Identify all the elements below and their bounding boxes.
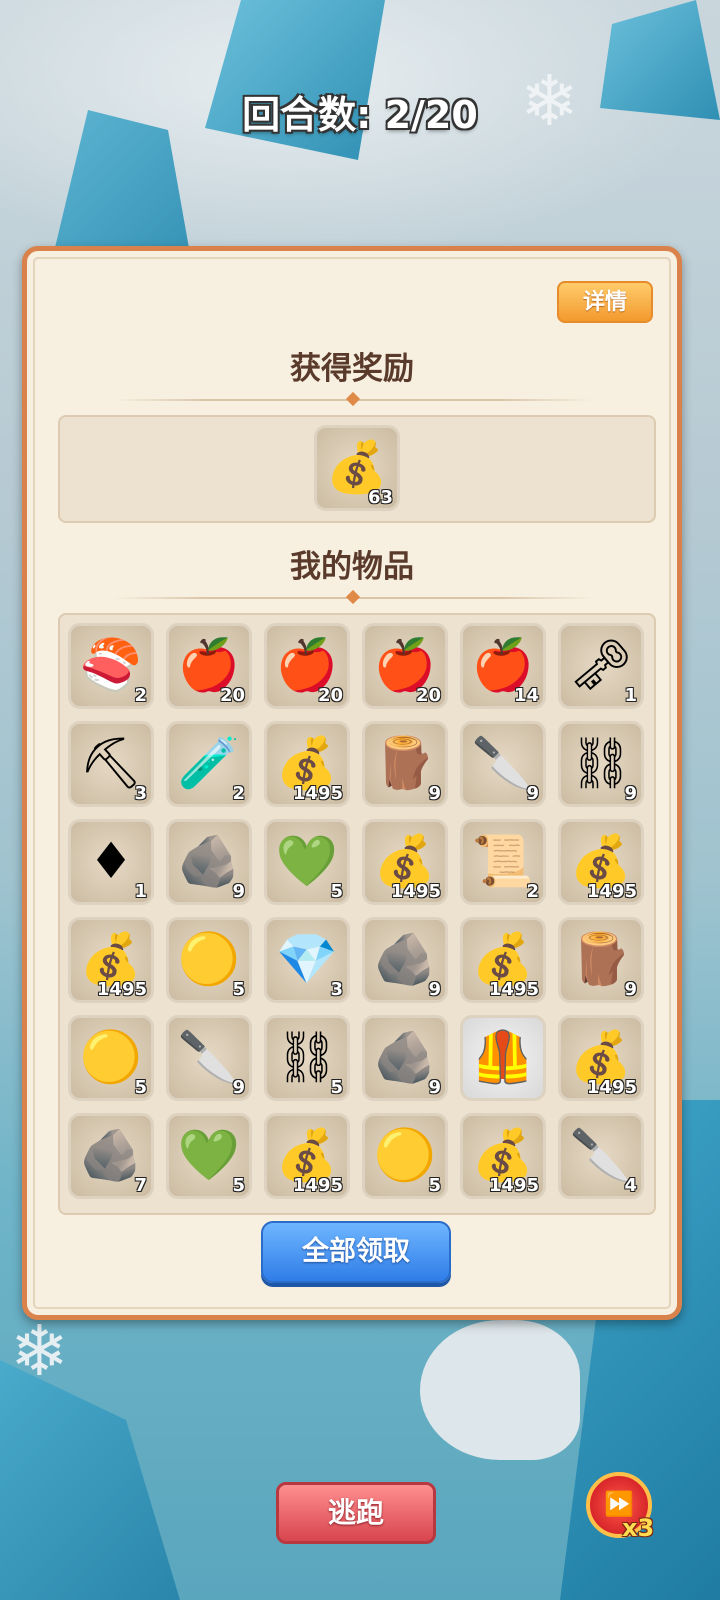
item-count: 9 <box>624 979 637 1000</box>
item-count: 20 <box>317 685 343 706</box>
item-slot[interactable]: 🍎 14 <box>460 623 546 709</box>
item-slot[interactable]: 🔪 9 <box>166 1015 252 1101</box>
escape-button[interactable]: 逃跑 <box>276 1482 436 1544</box>
item-slot[interactable]: 🟡 5 <box>68 1015 154 1101</box>
item-grid: 🍣 2 🍎 20 🍎 20 🍎 20 🍎 14 🗝 1 ⛏ 3 🧪 2 💰 1495 🪵 9 🔪 9 ⛓ 9 ♦ 1 🪨 9 💚 5 💰 14… <box>58 613 656 1215</box>
reward-title: 获得奖励 <box>290 351 414 387</box>
item-slot[interactable]: 💚 5 <box>166 1113 252 1199</box>
item-slot[interactable]: ⛓ 9 <box>558 721 644 807</box>
details-button[interactable]: 详情 <box>557 281 653 323</box>
item-count: 9 <box>624 783 637 804</box>
snow-rock <box>420 1320 580 1460</box>
item-slot[interactable]: 🍎 20 <box>166 623 252 709</box>
item-count: 1495 <box>390 881 441 902</box>
item-count: 1 <box>624 685 637 706</box>
item-slot[interactable]: 🪨 9 <box>362 1015 448 1101</box>
item-slot[interactable]: 🔪 9 <box>460 721 546 807</box>
item-count: 9 <box>428 783 441 804</box>
item-slot[interactable]: 💰 1495 <box>460 917 546 1003</box>
item-slot[interactable]: 💰 1495 <box>68 917 154 1003</box>
item-count: 1495 <box>488 979 539 1000</box>
item-count: 5 <box>232 979 245 1000</box>
item-count: 14 <box>513 685 539 706</box>
item-count: 7 <box>134 1175 147 1196</box>
item-count: 3 <box>134 783 147 804</box>
reward-panel: 详情 获得奖励 💰 63 我的物品 🍣 2 🍎 20 🍎 20 🍎 20 🍎 14 🗝 1 ⛏ 3 🧪 2 💰 14… <box>22 246 682 1320</box>
speed-multiplier: x3 <box>622 1514 655 1542</box>
item-slot[interactable]: 💰 1495 <box>362 819 448 905</box>
item-count: 5 <box>428 1175 441 1196</box>
item-count: 1495 <box>488 1175 539 1196</box>
item-count: 4 <box>624 1175 637 1196</box>
armor-vest-icon: 🦺 <box>471 1028 535 1086</box>
item-count: 9 <box>428 1077 441 1098</box>
item-count: 1495 <box>96 979 147 1000</box>
item-slot[interactable]: 🪨 9 <box>166 819 252 905</box>
claim-all-button[interactable]: 全部领取 <box>261 1221 451 1283</box>
round-counter: 回合数: 2/20 <box>242 93 478 137</box>
item-count: 9 <box>232 1077 245 1098</box>
item-slot[interactable]: 🟡 5 <box>166 917 252 1003</box>
item-slot[interactable]: 💰 1495 <box>460 1113 546 1199</box>
item-count: 1495 <box>586 881 637 902</box>
item-count: 20 <box>415 685 441 706</box>
reward-list: 💰 63 <box>58 415 656 523</box>
divider-diamond <box>345 589 361 605</box>
item-slot[interactable]: 🪵 9 <box>362 721 448 807</box>
item-slot[interactable]: 💰 63 <box>314 425 400 511</box>
divider-diamond <box>345 391 361 407</box>
item-slot[interactable]: 🍎 20 <box>264 623 350 709</box>
item-slot[interactable]: 💚 5 <box>264 819 350 905</box>
item-count: 2 <box>526 881 539 902</box>
item-count: 5 <box>232 1175 245 1196</box>
item-count: 9 <box>232 881 245 902</box>
item-slot[interactable]: 🦺 <box>460 1015 546 1101</box>
item-slot[interactable]: ♦ 1 <box>68 819 154 905</box>
item-count: 63 <box>367 487 393 508</box>
item-slot[interactable]: 🟡 5 <box>362 1113 448 1199</box>
item-count: 9 <box>428 979 441 1000</box>
item-slot[interactable]: 💰 1495 <box>264 1113 350 1199</box>
item-slot[interactable]: 📜 2 <box>460 819 546 905</box>
item-slot[interactable]: ⛏ 3 <box>68 721 154 807</box>
frosted-tree-icon: ❄ <box>10 1310 69 1392</box>
item-slot[interactable]: 💰 1495 <box>264 721 350 807</box>
item-count: 1 <box>134 881 147 902</box>
item-count: 3 <box>330 979 343 1000</box>
item-slot[interactable]: 🪨 7 <box>68 1113 154 1199</box>
item-count: 1495 <box>586 1077 637 1098</box>
item-slot[interactable]: ⛓ 5 <box>264 1015 350 1101</box>
items-title: 我的物品 <box>290 549 414 585</box>
item-count: 1495 <box>292 783 343 804</box>
item-count: 5 <box>134 1077 147 1098</box>
item-count: 5 <box>330 1077 343 1098</box>
item-slot[interactable]: 🪵 9 <box>558 917 644 1003</box>
item-slot[interactable]: 💎 3 <box>264 917 350 1003</box>
item-slot[interactable]: 🍣 2 <box>68 623 154 709</box>
item-slot[interactable]: 🍎 20 <box>362 623 448 709</box>
item-count: 9 <box>526 783 539 804</box>
item-count: 20 <box>219 685 245 706</box>
item-slot[interactable]: 🗝 1 <box>558 623 644 709</box>
item-count: 2 <box>134 685 147 706</box>
item-count: 1495 <box>292 1175 343 1196</box>
item-slot[interactable]: 🔪 4 <box>558 1113 644 1199</box>
item-count: 2 <box>232 783 245 804</box>
item-slot[interactable]: 💰 1495 <box>558 1015 644 1101</box>
item-count: 5 <box>330 881 343 902</box>
item-slot[interactable]: 🧪 2 <box>166 721 252 807</box>
item-slot[interactable]: 🪨 9 <box>362 917 448 1003</box>
item-slot[interactable]: 💰 1495 <box>558 819 644 905</box>
